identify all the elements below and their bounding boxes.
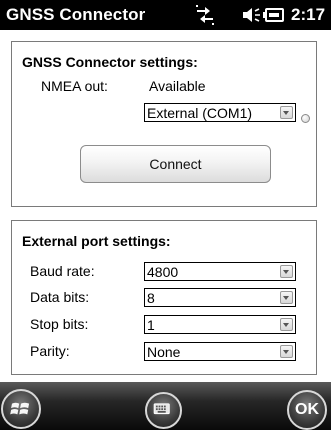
data-bits-value: 8 — [147, 290, 155, 306]
stop-bits-label: Stop bits: — [30, 316, 89, 332]
baud-rate-label: Baud rate: — [30, 263, 95, 279]
nmea-status-text: Available — [149, 78, 206, 94]
connector-settings-title: GNSS Connector settings: — [22, 54, 198, 70]
chevron-down-icon[interactable] — [280, 318, 293, 331]
windows-logo-icon — [10, 402, 30, 415]
chevron-down-icon[interactable] — [280, 265, 293, 278]
nmea-port-value: External (COM1) — [147, 105, 253, 121]
baud-rate-select[interactable]: 4800 — [144, 262, 296, 281]
battery-icon[interactable] — [263, 7, 285, 23]
ok-label: OK — [295, 401, 319, 418]
start-button[interactable] — [1, 389, 41, 429]
port-settings-title: External port settings: — [22, 233, 171, 249]
status-indicator-icon — [301, 114, 310, 123]
stop-bits-select[interactable]: 1 — [144, 315, 296, 334]
title-bar: GNSS Connector 2:17 — [0, 0, 331, 30]
parity-label: Parity: — [30, 343, 70, 359]
nmea-port-select[interactable]: External (COM1) — [144, 103, 296, 122]
connect-button[interactable]: Connect — [80, 145, 271, 183]
chevron-down-icon[interactable] — [280, 106, 293, 119]
app-title: GNSS Connector — [6, 5, 146, 24]
chevron-down-icon[interactable] — [280, 345, 293, 358]
volume-icon[interactable] — [241, 6, 263, 24]
clock: 2:17 — [291, 5, 326, 24]
nmea-out-label: NMEA out: — [41, 78, 108, 94]
ok-button[interactable]: OK — [287, 390, 327, 430]
keyboard-icon — [153, 403, 170, 415]
connectivity-icon[interactable] — [193, 3, 217, 27]
keyboard-button[interactable] — [145, 392, 182, 429]
parity-value: None — [147, 344, 181, 360]
data-bits-label: Data bits: — [30, 289, 90, 305]
parity-select[interactable]: None — [144, 342, 296, 361]
chevron-down-icon[interactable] — [280, 291, 293, 304]
baud-rate-value: 4800 — [147, 264, 179, 280]
stop-bits-value: 1 — [147, 317, 155, 333]
data-bits-select[interactable]: 8 — [144, 288, 296, 307]
